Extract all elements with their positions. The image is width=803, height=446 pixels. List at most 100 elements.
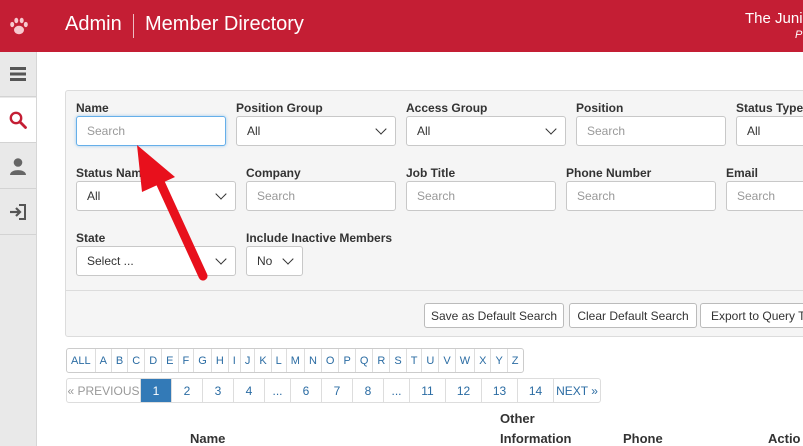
- alphabet-letter-m[interactable]: M: [287, 349, 305, 372]
- menu-icon: [10, 67, 26, 81]
- page-link-6[interactable]: 6: [291, 379, 322, 402]
- alphabet-letter-f[interactable]: F: [179, 349, 195, 372]
- job-title-placeholder: Search: [417, 189, 456, 203]
- state-value: Select ...: [87, 254, 134, 268]
- alphabet-letter-w[interactable]: W: [456, 349, 476, 372]
- email-label: Email: [726, 166, 759, 180]
- alphabet-letter-i[interactable]: I: [229, 349, 241, 372]
- paw-logo-icon[interactable]: [0, 0, 37, 52]
- access-group-label: Access Group: [406, 101, 488, 115]
- position-group-select[interactable]: All: [236, 116, 396, 146]
- alphabet-letter-a[interactable]: A: [96, 349, 112, 372]
- alphabet-letter-d[interactable]: D: [145, 349, 163, 372]
- column-header-phone[interactable]: Phone: [623, 431, 663, 446]
- previous-page-link: « PREVIOUS: [67, 379, 141, 402]
- job-title-label: Job Title: [406, 166, 456, 180]
- status-name-label: Status Name: [76, 166, 149, 180]
- phone-number-label: Phone Number: [566, 166, 652, 180]
- alphabet-letter-k[interactable]: K: [255, 349, 272, 372]
- alphabet-filter: ALL A B C D E F G H I J K L M N O P Q R S T U V W X Y Z: [66, 348, 524, 373]
- alphabet-letter-h[interactable]: H: [212, 349, 229, 372]
- page-link-8[interactable]: 8: [353, 379, 384, 402]
- alphabet-letter-q[interactable]: Q: [356, 349, 374, 372]
- alphabet-letter-b[interactable]: B: [112, 349, 129, 372]
- name-label: Name: [76, 101, 109, 115]
- chevron-down-icon: [282, 253, 294, 265]
- company-search-input[interactable]: Search: [246, 181, 396, 211]
- organization-name: The Juni: [745, 10, 803, 27]
- alphabet-letter-n[interactable]: N: [305, 349, 322, 372]
- clear-default-search-button[interactable]: Clear Default Search: [569, 303, 697, 328]
- alphabet-letter-s[interactable]: S: [390, 349, 407, 372]
- page-link-4[interactable]: 4: [234, 379, 265, 402]
- header-divider: [133, 14, 134, 38]
- name-search-placeholder: Search: [87, 124, 126, 138]
- next-page-link[interactable]: NEXT »: [554, 379, 600, 402]
- name-search-input[interactable]: Search: [76, 116, 226, 146]
- page-link-11[interactable]: 11: [410, 379, 446, 402]
- alphabet-letter-z[interactable]: Z: [508, 349, 523, 372]
- page-link-3[interactable]: 3: [203, 379, 234, 402]
- sidebar-menu-button[interactable]: [0, 52, 36, 97]
- page-link-12[interactable]: 12: [446, 379, 482, 402]
- alphabet-letter-r[interactable]: R: [373, 349, 391, 372]
- save-default-search-button[interactable]: Save as Default Search: [424, 303, 564, 328]
- alphabet-letter-p[interactable]: P: [339, 349, 356, 372]
- position-search-input[interactable]: Search: [576, 116, 726, 146]
- include-inactive-select[interactable]: No: [246, 246, 303, 276]
- panel-divider: [66, 290, 803, 291]
- alphabet-letter-v[interactable]: V: [439, 349, 456, 372]
- phone-number-placeholder: Search: [577, 189, 616, 203]
- phone-number-search-input[interactable]: Search: [566, 181, 716, 211]
- page-link-13[interactable]: 13: [482, 379, 518, 402]
- chevron-down-icon: [215, 188, 227, 200]
- page-ellipsis: ...: [384, 379, 410, 402]
- state-select[interactable]: Select ...: [76, 246, 236, 276]
- position-placeholder: Search: [587, 124, 626, 138]
- status-type-value: All: [747, 124, 761, 138]
- alphabet-letter-t[interactable]: T: [407, 349, 423, 372]
- chevron-down-icon: [545, 123, 557, 135]
- alphabet-letter-y[interactable]: Y: [491, 349, 508, 372]
- page-link-2[interactable]: 2: [172, 379, 203, 402]
- position-label: Position: [576, 101, 624, 115]
- include-inactive-value: No: [257, 254, 273, 268]
- brand-label[interactable]: Admin: [65, 13, 122, 36]
- page-ellipsis: ...: [265, 379, 291, 402]
- alphabet-letter-l[interactable]: L: [272, 349, 287, 372]
- job-title-search-input[interactable]: Search: [406, 181, 556, 211]
- user-icon: [10, 158, 26, 175]
- logout-icon: [10, 204, 26, 220]
- column-header-name[interactable]: Name: [190, 431, 225, 446]
- alphabet-letter-j[interactable]: J: [241, 349, 256, 372]
- alphabet-letter-u[interactable]: U: [422, 349, 440, 372]
- email-search-input[interactable]: Search: [726, 181, 803, 211]
- include-inactive-label: Include Inactive Members: [246, 231, 393, 245]
- page-link-7[interactable]: 7: [322, 379, 353, 402]
- export-query-button[interactable]: Export to Query To: [700, 303, 803, 328]
- status-name-select[interactable]: All: [76, 181, 236, 211]
- sidebar-search-button[interactable]: [0, 98, 36, 143]
- sidebar-profile-button[interactable]: [0, 144, 36, 189]
- state-label: State: [76, 231, 106, 245]
- alphabet-letter-c[interactable]: C: [128, 349, 146, 372]
- page-link-14[interactable]: 14: [518, 379, 554, 402]
- alphabet-letter-g[interactable]: G: [194, 349, 212, 372]
- organization-subtitle: P: [795, 29, 803, 41]
- top-navbar: Admin Member Directory The Juni P: [0, 0, 803, 52]
- page-link-1[interactable]: 1: [141, 379, 172, 402]
- sidebar-logout-button[interactable]: [0, 190, 36, 235]
- access-group-select[interactable]: All: [406, 116, 566, 146]
- access-group-value: All: [417, 124, 431, 138]
- column-header-other-line2[interactable]: Information: [500, 431, 572, 446]
- alphabet-letter-e[interactable]: E: [162, 349, 179, 372]
- column-header-other-line1[interactable]: Other: [500, 411, 535, 426]
- position-group-value: All: [247, 124, 261, 138]
- status-type-label: Status Type: [736, 101, 803, 115]
- status-name-value: All: [87, 189, 101, 203]
- status-type-select[interactable]: All: [736, 116, 803, 146]
- alphabet-letter-x[interactable]: X: [475, 349, 492, 372]
- position-group-label: Position Group: [236, 101, 323, 115]
- alphabet-all-link[interactable]: ALL: [67, 349, 96, 372]
- alphabet-letter-o[interactable]: O: [322, 349, 340, 372]
